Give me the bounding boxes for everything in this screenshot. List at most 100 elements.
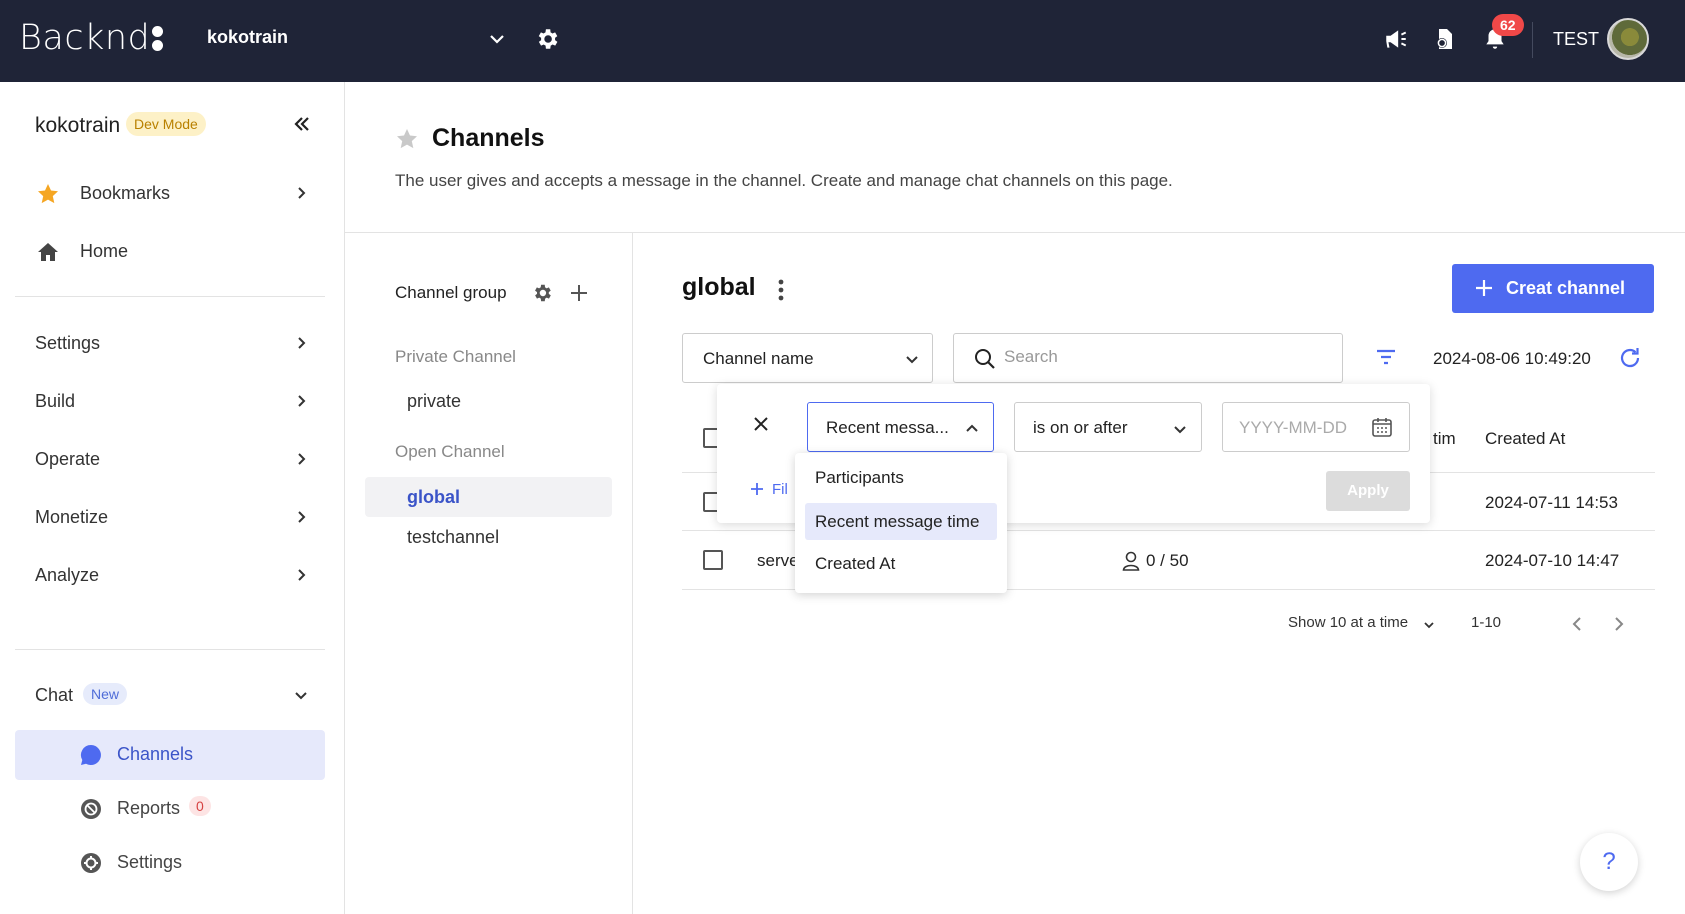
add-filter-button[interactable]: Fil (750, 481, 788, 498)
dropdown-option-recent-message-time[interactable]: Recent message time (805, 503, 997, 540)
sidebar-item-reports[interactable]: Reports 0 (15, 784, 325, 834)
project-select[interactable]: kokotrain (207, 27, 288, 48)
divider (15, 649, 325, 650)
row-checkbox[interactable] (703, 550, 723, 570)
sidebar-item-label: Channels (117, 744, 194, 764)
chevron-left-icon[interactable] (1571, 616, 1585, 632)
filter-field-dropdown: Participants Recent message time Created… (795, 453, 1007, 593)
logo-mark (152, 24, 164, 52)
chevron-right-icon (298, 453, 306, 465)
page-description: The user gives and accepts a message in … (395, 171, 1173, 190)
apply-filter-button[interactable]: Apply (1326, 471, 1410, 511)
group-item-global[interactable]: global (365, 477, 612, 517)
chevron-down-icon[interactable] (1423, 619, 1435, 631)
megaphone-icon[interactable] (1383, 24, 1409, 54)
search-icon (975, 349, 995, 369)
dropdown-option-participants[interactable]: Participants (805, 459, 997, 496)
plus-icon (1476, 280, 1492, 296)
date-placeholder: YYYY-MM-DD (1239, 418, 1347, 437)
logo[interactable]: Backnd (19, 18, 164, 58)
report-icon (81, 799, 101, 819)
filter-field-value: Recent messa... (826, 418, 949, 437)
sidebar-item-chat-settings[interactable]: Settings (15, 838, 325, 888)
column-header-recent-message[interactable]: tim (1433, 429, 1456, 449)
sidebar-item-label: Build (35, 391, 76, 411)
plus-icon (751, 483, 763, 495)
new-badge: New (83, 683, 128, 705)
row-participants: 0 / 50 (1146, 551, 1189, 570)
page-title: Channels (432, 124, 545, 152)
sidebar-item-label: Operate (35, 449, 101, 469)
sidebar-item-label: Reports (117, 798, 181, 818)
dropdown-option-created-at[interactable]: Created At (805, 545, 997, 582)
open-section-label: Open Channel (395, 442, 505, 461)
gear-icon[interactable] (534, 26, 560, 52)
home-icon (38, 243, 58, 261)
chevron-down-icon (1174, 426, 1186, 434)
chevron-up-icon (966, 424, 978, 432)
sidebar-item-bookmarks[interactable]: Bookmarks (0, 170, 345, 218)
add-group-icon[interactable] (569, 283, 589, 303)
chevron-right-icon[interactable] (1611, 616, 1625, 632)
chevron-down-icon[interactable] (488, 30, 506, 48)
help-button[interactable]: ? (1580, 833, 1638, 891)
page-size-label: Show 10 at a time (1288, 614, 1409, 631)
sidebar-item-operate[interactable]: Operate (0, 436, 345, 484)
remove-filter-icon[interactable] (753, 416, 769, 432)
sidebar-item-chat[interactable]: Chat New (0, 672, 345, 720)
sidebar-item-label: Settings (117, 852, 183, 872)
private-section-label: Private Channel (395, 347, 516, 366)
more-options-icon[interactable] (777, 278, 785, 302)
sidebar-item-channels[interactable]: Channels (15, 730, 325, 780)
star-icon (38, 184, 58, 204)
avatar[interactable] (1607, 18, 1649, 60)
option-label: Created At (815, 554, 896, 573)
user-name[interactable]: TEST (1553, 29, 1599, 50)
filter-operator-value: is on or after (1033, 418, 1128, 437)
last-refreshed-time: 2024-08-06 10:49:20 (1433, 349, 1591, 368)
filter-date-input[interactable]: YYYY-MM-DD (1222, 402, 1410, 452)
filter-field-select[interactable]: Recent messa... (807, 402, 994, 452)
bookmark-star-icon[interactable] (395, 127, 419, 151)
column-header-created-at[interactable]: Created At (1485, 429, 1565, 449)
search-input[interactable] (1004, 347, 1324, 367)
sidebar-item-label: Analyze (35, 565, 100, 585)
search-field-select[interactable]: Channel name (682, 333, 933, 383)
row-channel-name[interactable]: serve (757, 551, 799, 571)
filter-icon[interactable] (1375, 348, 1397, 366)
refresh-icon[interactable] (1618, 346, 1642, 370)
sidebar-item-build[interactable]: Build (0, 378, 345, 426)
page-size-select[interactable]: Show 10 at a time (1288, 614, 1408, 631)
mode-badge: Dev Mode (126, 112, 206, 136)
sidebar-item-analyze[interactable]: Analyze (0, 552, 345, 600)
divider (1532, 22, 1533, 58)
document-dollar-icon[interactable] (1433, 24, 1457, 54)
search-field-value: Channel name (703, 349, 814, 368)
group-item-label: private (407, 391, 462, 411)
group-item-label: testchannel (407, 527, 500, 547)
calendar-icon[interactable] (1370, 415, 1394, 439)
group-item-private[interactable]: private (365, 381, 612, 421)
create-channel-button[interactable]: Creat channel (1452, 264, 1654, 313)
group-item-testchannel[interactable]: testchannel (365, 517, 612, 557)
collapse-sidebar-icon[interactable] (292, 114, 312, 134)
option-label: Recent message time (815, 512, 980, 531)
sidebar-item-label: Home (80, 241, 129, 261)
chevron-down-icon (295, 692, 307, 700)
search-box (953, 333, 1343, 383)
sidebar-item-home[interactable]: Home (0, 228, 345, 276)
chevron-right-icon (298, 569, 306, 581)
option-label: Participants (815, 468, 904, 487)
reports-count-badge: 0 (189, 796, 211, 816)
chevron-right-icon (298, 187, 306, 199)
sidebar-item-label: Monetize (35, 507, 109, 527)
page-range: 1-10 (1471, 614, 1502, 631)
group-item-label: global (407, 487, 460, 507)
sidebar-item-monetize[interactable]: Monetize (0, 494, 345, 542)
notification-badge: 62 (1492, 14, 1524, 36)
filter-operator-select[interactable]: is on or after (1014, 402, 1202, 452)
chevron-right-icon (298, 511, 306, 523)
sidebar-item-settings[interactable]: Settings (0, 320, 345, 368)
gear-icon[interactable] (531, 282, 553, 304)
sidebar-item-label: Chat (35, 685, 74, 705)
